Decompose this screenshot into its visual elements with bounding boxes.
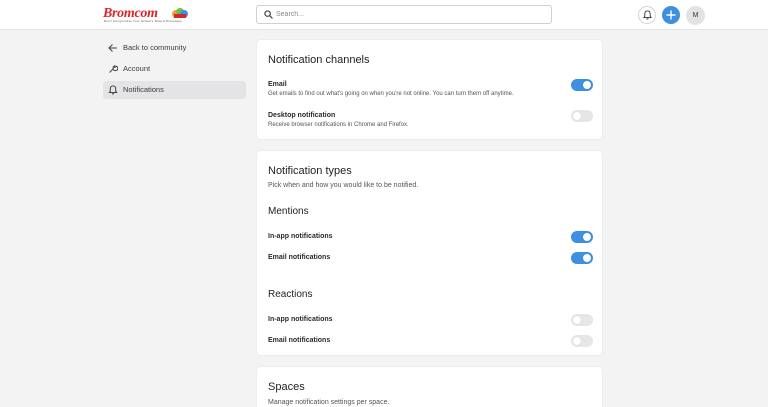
- reactions-in-app-toggle[interactable]: [571, 314, 593, 326]
- logo-tagline: Don't Compromise Your School's Data & Pr…: [104, 19, 182, 23]
- email-channel-description: Get emails to find out what's going on w…: [268, 91, 514, 97]
- reactions-email-toggle[interactable]: [571, 335, 593, 347]
- toggle-knob: [583, 254, 591, 262]
- section-title: Spaces: [268, 381, 305, 393]
- sidebar-item-back-to-community[interactable]: Back to community: [103, 39, 246, 57]
- sidebar-item-label: Notifications: [123, 85, 164, 94]
- section-title: Notification types: [268, 165, 352, 177]
- section-subtitle: Pick when and how you would like to be n…: [268, 182, 419, 189]
- desktop-notification-title: Desktop notification: [268, 112, 336, 119]
- mentions-email-label: Email notifications: [268, 254, 331, 261]
- desktop-notification-toggle[interactable]: [571, 110, 593, 122]
- notification-types-card: Notification types Pick when and how you…: [256, 150, 603, 356]
- mentions-in-app-toggle[interactable]: [571, 231, 593, 243]
- toggle-knob: [583, 81, 591, 89]
- mentions-heading: Mentions: [268, 206, 309, 217]
- desktop-notification-description: Receive browser notifications in Chrome …: [268, 122, 409, 128]
- search-input[interactable]: [276, 7, 546, 22]
- reactions-heading: Reactions: [268, 289, 313, 300]
- sidebar-item-label: Back to community: [123, 43, 187, 52]
- sidebar-item-label: Account: [123, 64, 151, 73]
- toggle-knob: [573, 316, 581, 324]
- reactions-email-label: Email notifications: [268, 337, 331, 344]
- sidebar-item-notifications[interactable]: Notifications: [103, 81, 246, 99]
- bell-icon: [108, 85, 118, 95]
- plus-icon: [666, 10, 676, 20]
- wrench-icon: [109, 64, 118, 73]
- section-title: Notification channels: [268, 54, 370, 66]
- reactions-in-app-label: In-app notifications: [268, 316, 333, 323]
- sidebar-item-account[interactable]: Account: [103, 60, 246, 78]
- arrow-left-icon: [108, 44, 117, 52]
- notification-channels-card: Notification channels Email Get emails t…: [256, 39, 603, 140]
- mentions-email-toggle[interactable]: [571, 252, 593, 264]
- search-box[interactable]: [256, 5, 552, 24]
- logo-cloud-icon: [172, 8, 188, 18]
- search-icon: [264, 10, 273, 19]
- toggle-knob: [583, 233, 591, 241]
- spaces-card: Spaces Manage notification settings per …: [256, 366, 603, 407]
- bell-icon: [643, 10, 652, 20]
- top-bar: Bromcom Don't Compromise Your School's D…: [0, 0, 768, 30]
- email-channel-title: Email: [268, 81, 287, 88]
- avatar[interactable]: M: [686, 6, 705, 25]
- notifications-button[interactable]: [638, 6, 656, 24]
- toggle-knob: [573, 112, 581, 120]
- mentions-in-app-label: In-app notifications: [268, 233, 333, 240]
- create-button[interactable]: [662, 6, 680, 24]
- email-channel-toggle[interactable]: [571, 79, 593, 91]
- section-subtitle: Manage notification settings per space.: [268, 399, 390, 406]
- toggle-knob: [573, 337, 581, 345]
